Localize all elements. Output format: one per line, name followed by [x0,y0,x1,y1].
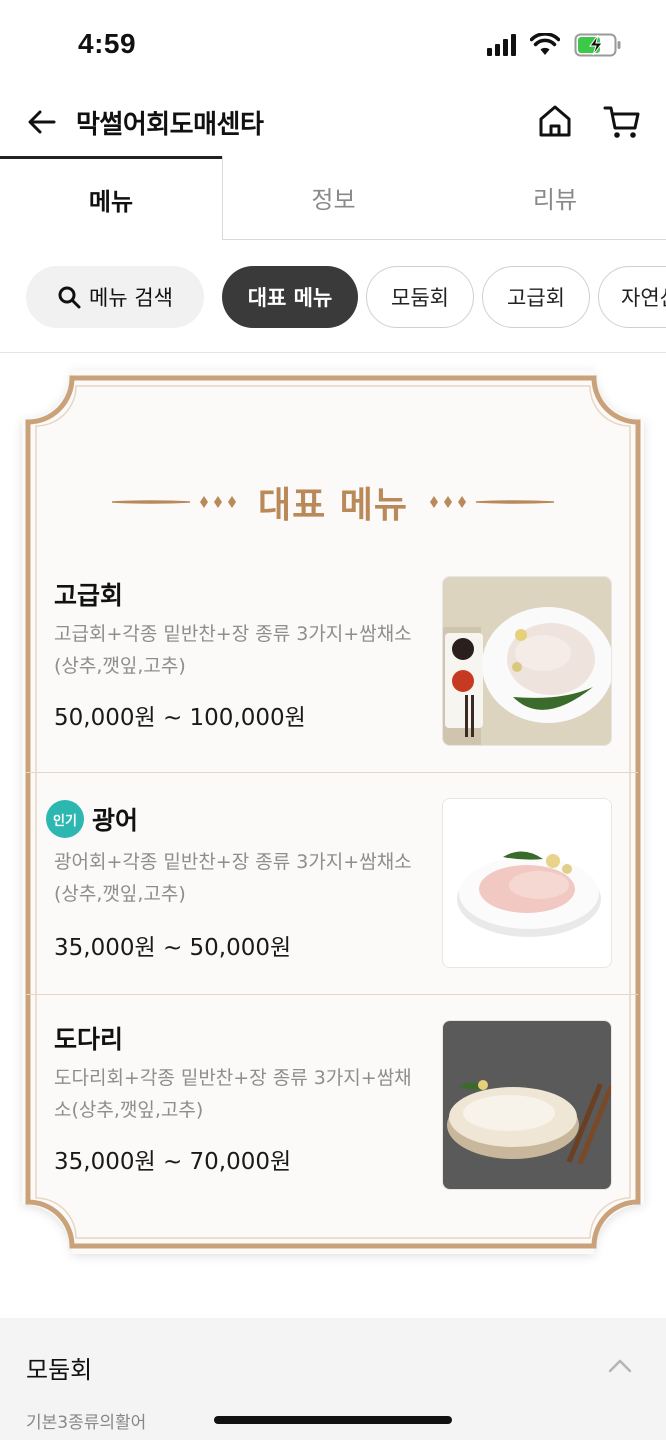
section-subtitle: 기본3종류의활어 [26,1413,147,1433]
menu-item-name: 고급회 [54,581,124,610]
chip-signature[interactable]: 대표 메뉴 [222,266,358,328]
menu-item-flatfish[interactable]: 인기 광어 광어회+각종 밑반찬+장 종류 3가지+쌈채소(상추,깻잎,고추) … [26,788,638,994]
menu-item-name: 도다리 [54,1025,124,1054]
menu-search-label: 메뉴 검색 [89,286,173,310]
back-button[interactable] [24,104,60,140]
signature-title-row: 대표 메뉴 [0,476,666,528]
tab-bar: 메뉴 정보 리뷰 [0,156,666,240]
chip-premium[interactable]: 고급회 [482,266,590,328]
tab-info[interactable]: 정보 [222,156,444,240]
category-chips: 메뉴 검색 대표 메뉴 모둠회 고급회 자연산 [0,264,666,330]
menu-item-price: 35,000원 ~ 50,000원 [54,935,292,961]
menu-item-desc: 도다리회+각종 밑반찬+장 종류 3가지+쌈채소(상추,깻잎,고추) [54,1067,412,1121]
signal-icon [487,34,516,56]
menu-item-halibut[interactable]: 도다리 도다리회+각종 밑반찬+장 종류 3가지+쌈채소(상추,깻잎,고추) 3… [26,1010,638,1210]
left-ornament-icon [111,496,236,508]
chip-wild[interactable]: 자연산 [598,266,666,328]
right-ornament-icon [430,496,554,508]
chip-assorted[interactable]: 모둠회 [366,266,474,328]
store-title: 막썰어회도매센타 [76,110,264,140]
status-icons [487,30,622,60]
menu-item-price: 35,000원 ~ 70,000원 [54,1149,292,1175]
battery-charging-icon [574,33,621,57]
popular-badge: 인기 [46,800,84,838]
wifi-icon [530,33,560,55]
cart-button[interactable] [602,102,642,142]
home-icon [539,105,571,137]
section-title: 모둠회 [26,1356,93,1384]
home-indicator [214,1416,452,1424]
chevron-up-icon[interactable] [606,1352,634,1380]
menu-item-name: 광어 [92,806,139,835]
back-arrow-icon [28,110,56,134]
menu-item-desc: 고급회+각종 밑반찬+장 종류 3가지+쌈채소(상추,깻잎,고추) [54,623,412,677]
menu-item-photo [442,798,612,968]
tab-reviews[interactable]: 리뷰 [444,156,666,240]
menu-item-price: 50,000원 ~ 100,000원 [54,705,306,731]
home-button[interactable] [536,102,574,140]
signature-title: 대표 메뉴 [257,485,408,526]
item-divider [26,772,638,773]
item-divider [26,994,638,995]
chips-divider [0,352,666,353]
menu-item-premium[interactable]: 고급회 고급회+각종 밑반찬+장 종류 3가지+쌈채소(상추,깻잎,고추) 50… [26,566,638,772]
cart-icon [603,106,640,138]
tab-menu[interactable]: 메뉴 [0,156,222,240]
search-icon [58,286,81,309]
status-bar: 4:59 [0,0,666,90]
menu-item-photo [442,1020,612,1190]
app-header: 막썰어회도매센타 [0,90,666,156]
menu-search-button[interactable]: 메뉴 검색 [26,266,204,328]
menu-item-desc: 광어회+각종 밑반찬+장 종류 3가지+쌈채소(상추,깻잎,고추) [54,851,412,905]
status-time: 4:59 [78,28,137,59]
menu-item-photo [442,576,612,746]
